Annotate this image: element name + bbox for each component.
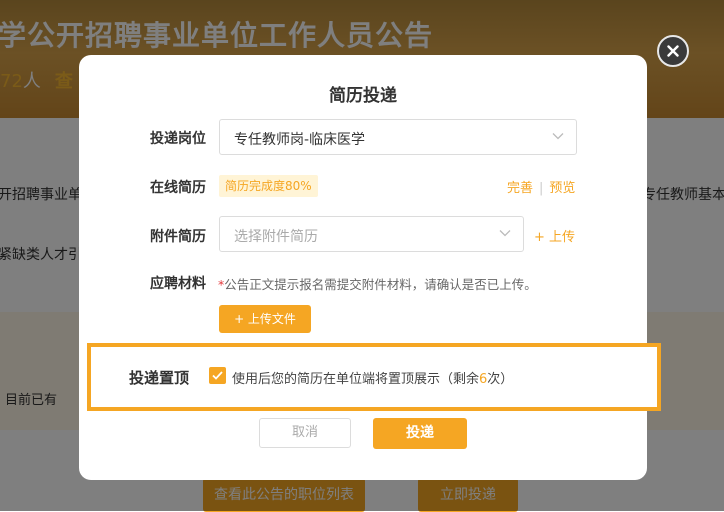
cancel-button[interactable]: 取消	[259, 418, 351, 448]
upload-file-button[interactable]: + 上传文件	[219, 305, 311, 333]
materials-label: 应聘材料	[150, 276, 206, 292]
resume-submit-dialog: 简历投递 投递岗位 专任教师岗-临床医学 在线简历 简历完成度80% 完善 | 预览…	[79, 55, 647, 480]
materials-hint-text: 公告正文提示报名需提交附件材料，请确认是否已上传。	[224, 277, 537, 292]
preview-resume-link[interactable]: 预览	[549, 181, 575, 196]
attachment-resume-select[interactable]: 选择附件简历	[219, 216, 524, 252]
online-resume-label: 在线简历	[150, 180, 206, 196]
complete-resume-link[interactable]: 完善	[507, 181, 533, 196]
link-divider: |	[539, 181, 544, 196]
pin-desc-suffix: 次）	[487, 372, 514, 387]
resume-links: 完善 | 预览	[507, 177, 575, 196]
resume-completion-badge: 简历完成度80%	[219, 175, 318, 197]
pin-to-top-checkbox[interactable]	[209, 367, 226, 384]
chevron-down-icon	[499, 230, 511, 237]
close-button[interactable]	[657, 35, 689, 67]
materials-hint: *公告正文提示报名需提交附件材料，请确认是否已上传。	[218, 274, 537, 293]
submit-button[interactable]: 投递	[373, 418, 467, 449]
position-select[interactable]: 专任教师岗-临床医学	[219, 119, 577, 155]
attachment-select-placeholder: 选择附件简历	[234, 229, 318, 245]
attachment-resume-label: 附件简历	[150, 229, 206, 245]
upload-attachment-link[interactable]: + 上传	[534, 226, 575, 245]
close-icon	[667, 45, 679, 57]
pin-to-top-description: 使用后您的简历在单位端将置顶展示（剩余6次）	[232, 368, 513, 387]
position-select-value: 专任教师岗-临床医学	[234, 132, 366, 148]
pin-desc-prefix: 使用后您的简历在单位端将置顶展示（剩余	[232, 372, 480, 387]
position-label: 投递岗位	[150, 131, 206, 147]
chevron-down-icon	[552, 133, 564, 140]
dialog-title: 简历投递	[329, 86, 397, 106]
pin-to-top-label: 投递置顶	[129, 369, 190, 387]
pin-to-top-highlight: 投递置顶 使用后您的简历在单位端将置顶展示（剩余6次）	[87, 343, 661, 411]
check-icon	[212, 371, 223, 380]
